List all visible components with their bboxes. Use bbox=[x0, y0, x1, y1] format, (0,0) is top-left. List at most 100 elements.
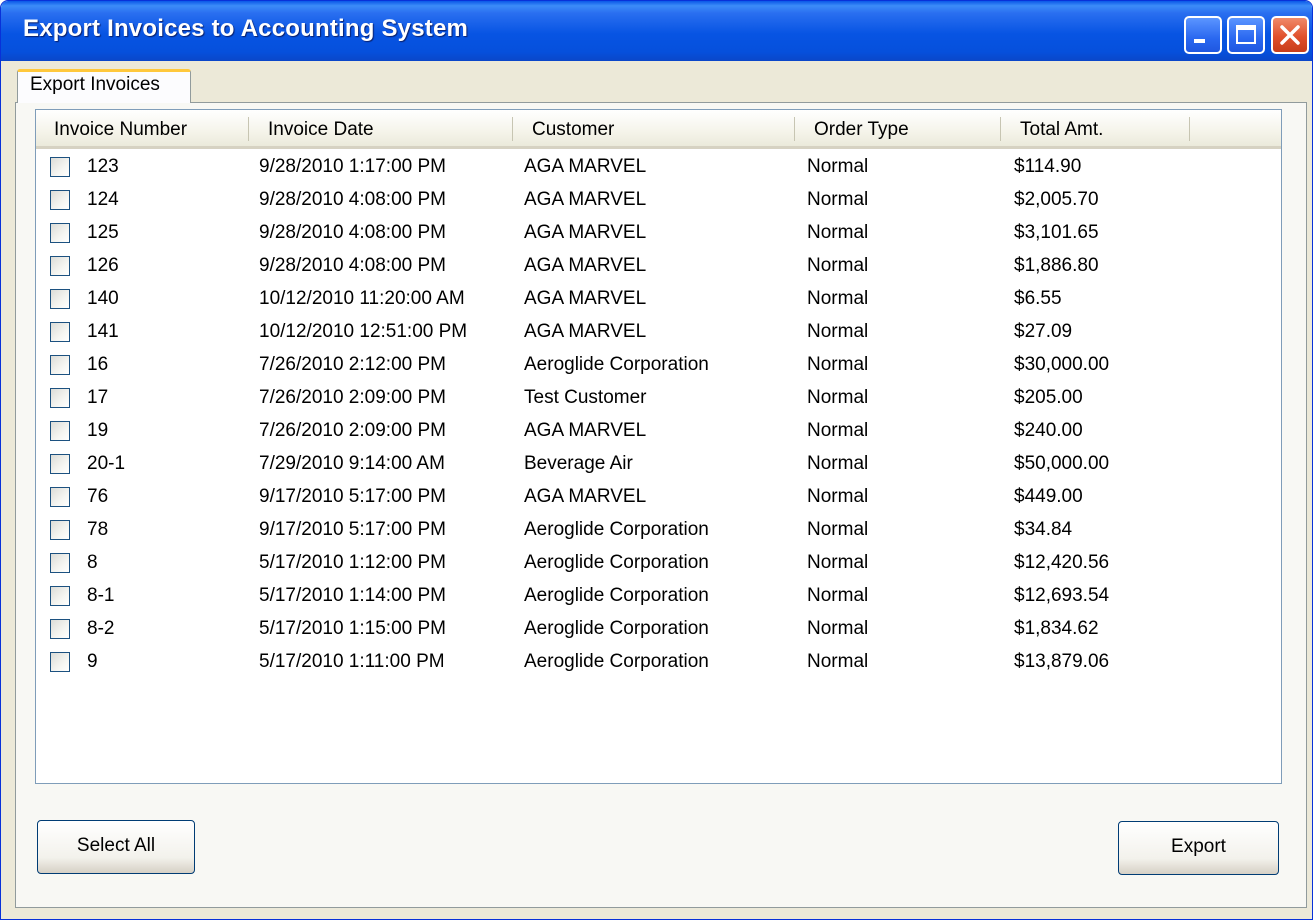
invoice-list[interactable]: Invoice Number Invoice Date Customer Ord… bbox=[35, 109, 1282, 784]
order-type-cell: Normal bbox=[807, 618, 869, 639]
column-header-total-amt[interactable]: Total Amt. bbox=[1002, 110, 1189, 146]
order-type-cell: Normal bbox=[807, 585, 869, 606]
invoice-number-cell: 78 bbox=[87, 519, 109, 540]
column-header-order-type[interactable]: Order Type bbox=[796, 110, 1000, 146]
customer-cell: AGA MARVEL bbox=[524, 156, 647, 177]
row-checkbox[interactable] bbox=[50, 553, 70, 573]
customer-cell: AGA MARVEL bbox=[524, 255, 647, 276]
total-amount-cell: $6.55 bbox=[1014, 288, 1062, 309]
row-checkbox[interactable] bbox=[50, 355, 70, 375]
row-checkbox[interactable] bbox=[50, 157, 70, 177]
column-separator[interactable] bbox=[794, 117, 795, 141]
column-header-customer[interactable]: Customer bbox=[514, 110, 794, 146]
customer-cell: Aeroglide Corporation bbox=[524, 354, 709, 375]
row-checkbox[interactable] bbox=[50, 520, 70, 540]
customer-cell: AGA MARVEL bbox=[524, 222, 647, 243]
table-row[interactable]: 20-1 7/29/2010 9:14:00 AM Beverage Air Norm… bbox=[36, 448, 1281, 481]
table-row[interactable]: 19 7/26/2010 2:09:00 PM AGA MARVEL Normal $2… bbox=[36, 415, 1281, 448]
table-row[interactable]: 17 7/26/2010 2:09:00 PM Test Customer Norma… bbox=[36, 382, 1281, 415]
invoice-number-cell: 8-2 bbox=[87, 618, 115, 639]
invoice-date-cell: 10/12/2010 11:20:00 AM bbox=[259, 288, 465, 309]
row-checkbox[interactable] bbox=[50, 586, 70, 606]
table-row[interactable]: 78 9/17/2010 5:17:00 PM Aeroglide Corporat… bbox=[36, 514, 1281, 547]
row-checkbox[interactable] bbox=[50, 289, 70, 309]
order-type-cell: Normal bbox=[807, 486, 869, 507]
invoice-number-cell: 19 bbox=[87, 420, 109, 441]
column-separator[interactable] bbox=[1189, 117, 1190, 141]
invoice-number-cell: 8 bbox=[87, 552, 98, 573]
table-row[interactable]: 8 5/17/2010 1:12:00 PM Aeroglide Corporati… bbox=[36, 547, 1281, 580]
column-header-invoice-number[interactable]: Invoice Number bbox=[36, 110, 248, 146]
order-type-cell: Normal bbox=[807, 552, 869, 573]
invoice-date-cell: 9/28/2010 4:08:00 PM bbox=[259, 222, 446, 243]
table-row[interactable]: 76 9/17/2010 5:17:00 PM AGA MARVEL Normal $4… bbox=[36, 481, 1281, 514]
total-amount-cell: $3,101.65 bbox=[1014, 222, 1099, 243]
invoice-number-cell: 20-1 bbox=[87, 453, 126, 474]
table-row[interactable]: 8-2 5/17/2010 1:15:00 PM Aeroglide Corpora… bbox=[36, 613, 1281, 646]
total-amount-cell: $12,693.54 bbox=[1014, 585, 1110, 606]
customer-cell: Aeroglide Corporation bbox=[524, 519, 709, 540]
table-row[interactable]: 16 7/26/2010 2:12:00 PM Aeroglide Corporat… bbox=[36, 349, 1281, 382]
column-separator[interactable] bbox=[512, 117, 513, 141]
table-row[interactable]: 9 5/17/2010 1:11:00 PM Aeroglide Corporati… bbox=[36, 646, 1281, 679]
order-type-cell: Normal bbox=[807, 453, 869, 474]
invoice-date-cell: 9/28/2010 1:17:00 PM bbox=[259, 156, 446, 177]
order-type-cell: Normal bbox=[807, 222, 869, 243]
invoice-date-cell: 9/17/2010 5:17:00 PM bbox=[259, 486, 446, 507]
total-amount-cell: $13,879.06 bbox=[1014, 651, 1110, 672]
title-bar[interactable]: Export Invoices to Accounting System bbox=[1, 1, 1312, 61]
row-checkbox[interactable] bbox=[50, 388, 70, 408]
row-checkbox[interactable] bbox=[50, 190, 70, 210]
total-amount-cell: $34.84 bbox=[1014, 519, 1073, 540]
customer-cell: AGA MARVEL bbox=[524, 189, 647, 210]
order-type-cell: Normal bbox=[807, 189, 869, 210]
table-row[interactable]: 140 10/12/2010 11:20:00 AM AGA MARVEL Norma… bbox=[36, 283, 1281, 316]
invoice-date-cell: 5/17/2010 1:12:00 PM bbox=[259, 552, 446, 573]
minimize-button[interactable] bbox=[1184, 16, 1222, 54]
customer-cell: Aeroglide Corporation bbox=[524, 618, 709, 639]
total-amount-cell: $50,000.00 bbox=[1014, 453, 1110, 474]
column-header-invoice-date[interactable]: Invoice Date bbox=[250, 110, 512, 146]
invoice-date-cell: 10/12/2010 12:51:00 PM bbox=[259, 321, 468, 342]
order-type-cell: Normal bbox=[807, 651, 869, 672]
invoice-number-cell: 140 bbox=[87, 288, 119, 309]
invoice-number-cell: 124 bbox=[87, 189, 119, 210]
customer-cell: Beverage Air bbox=[524, 453, 633, 474]
table-row[interactable]: 124 9/28/2010 4:08:00 PM AGA MARVEL Normal $… bbox=[36, 184, 1281, 217]
row-checkbox[interactable] bbox=[50, 652, 70, 672]
order-type-cell: Normal bbox=[807, 387, 869, 408]
maximize-button[interactable] bbox=[1227, 16, 1265, 54]
close-button[interactable] bbox=[1271, 16, 1309, 54]
column-separator[interactable] bbox=[248, 117, 249, 141]
customer-cell: Aeroglide Corporation bbox=[524, 651, 709, 672]
invoice-date-cell: 7/26/2010 2:09:00 PM bbox=[259, 387, 446, 408]
row-checkbox[interactable] bbox=[50, 256, 70, 276]
select-all-button[interactable]: Select All bbox=[37, 820, 195, 874]
invoice-date-cell: 9/28/2010 4:08:00 PM bbox=[259, 189, 446, 210]
total-amount-cell: $12,420.56 bbox=[1014, 552, 1110, 573]
table-row[interactable]: 123 9/28/2010 1:17:00 PM AGA MARVEL Normal $… bbox=[36, 151, 1281, 184]
maximize-icon bbox=[1236, 25, 1256, 44]
table-row[interactable]: 8-1 5/17/2010 1:14:00 PM Aeroglide Corpora… bbox=[36, 580, 1281, 613]
invoice-number-cell: 17 bbox=[87, 387, 109, 408]
row-checkbox[interactable] bbox=[50, 619, 70, 639]
row-checkbox[interactable] bbox=[50, 322, 70, 342]
customer-cell: Aeroglide Corporation bbox=[524, 585, 709, 606]
tab-export-invoices[interactable]: Export Invoices bbox=[17, 69, 191, 103]
row-checkbox[interactable] bbox=[50, 487, 70, 507]
order-type-cell: Normal bbox=[807, 156, 869, 177]
table-row[interactable]: 126 9/28/2010 4:08:00 PM AGA MARVEL Normal $… bbox=[36, 250, 1281, 283]
export-button[interactable]: Export bbox=[1118, 821, 1279, 875]
invoice-date-cell: 5/17/2010 1:15:00 PM bbox=[259, 618, 446, 639]
invoice-date-cell: 7/26/2010 2:09:00 PM bbox=[259, 420, 446, 441]
row-checkbox[interactable] bbox=[50, 223, 70, 243]
order-type-cell: Normal bbox=[807, 288, 869, 309]
column-separator[interactable] bbox=[1000, 117, 1001, 141]
table-row[interactable]: 125 9/28/2010 4:08:00 PM AGA MARVEL Normal $… bbox=[36, 217, 1281, 250]
order-type-cell: Normal bbox=[807, 420, 869, 441]
row-checkbox[interactable] bbox=[50, 421, 70, 441]
invoice-number-cell: 76 bbox=[87, 486, 109, 507]
table-row[interactable]: 141 10/12/2010 12:51:00 PM AGA MARVEL Norma… bbox=[36, 316, 1281, 349]
invoice-date-cell: 5/17/2010 1:11:00 PM bbox=[259, 651, 445, 672]
row-checkbox[interactable] bbox=[50, 454, 70, 474]
